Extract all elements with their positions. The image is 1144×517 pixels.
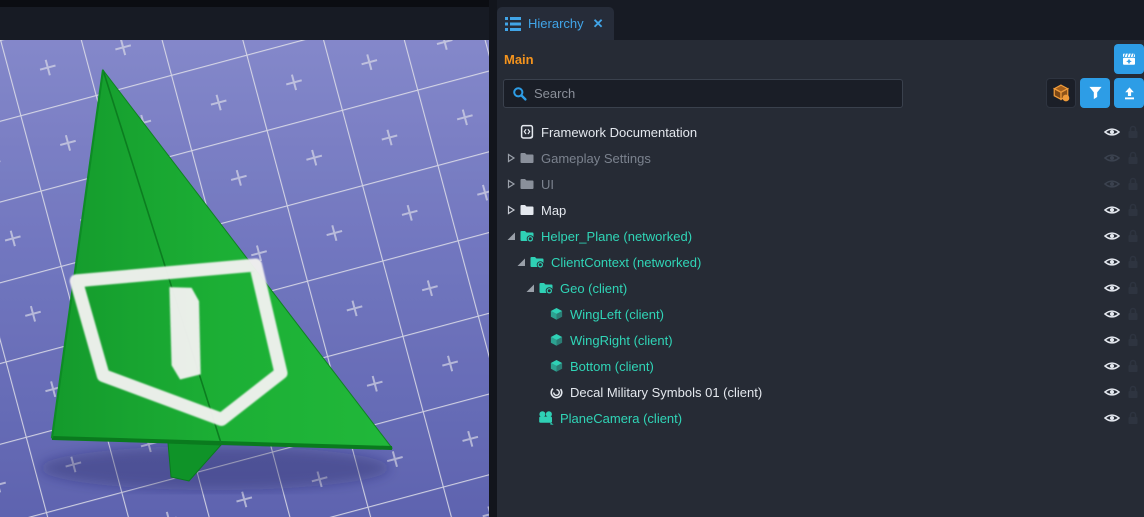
tree-item-label: WingLeft (client) (570, 307, 664, 322)
tree-row-client-context[interactable]: ClientContext (networked) (497, 249, 1144, 275)
visibility-eye-icon[interactable] (1104, 126, 1120, 138)
camera-icon (538, 410, 554, 426)
tree-item-label: Bottom (client) (570, 359, 654, 374)
tab-close-icon[interactable]: ✕ (593, 16, 604, 32)
visibility-eye-icon[interactable] (1104, 334, 1120, 346)
import-button[interactable] (1114, 78, 1144, 108)
tree-row-geo[interactable]: Geo (client) (497, 275, 1144, 301)
expander-collapsed-icon[interactable] (504, 153, 518, 163)
lock-icon[interactable] (1127, 411, 1139, 425)
search-icon (512, 86, 528, 102)
cube-icon (548, 358, 564, 374)
visibility-eye-icon[interactable] (1104, 308, 1120, 320)
lock-icon[interactable] (1127, 125, 1139, 139)
visibility-eye-icon[interactable] (1104, 256, 1120, 268)
tree-item-label: Gameplay Settings (541, 151, 651, 166)
tree-item-label: Decal Military Symbols 01 (client) (570, 385, 762, 400)
tree-row-gameplay-settings[interactable]: Gameplay Settings (497, 145, 1144, 171)
lock-icon[interactable] (1127, 359, 1139, 373)
lock-icon[interactable] (1127, 333, 1139, 347)
import-upload-icon (1122, 86, 1137, 101)
expander-slot (533, 335, 547, 345)
expander-slot (523, 413, 537, 423)
lock-icon[interactable] (1127, 177, 1139, 191)
context-label: Main (504, 52, 534, 67)
tree-item-label: ClientContext (networked) (551, 255, 701, 270)
editor-window: Hierarchy ✕ (0, 0, 1144, 517)
folder-icon (519, 202, 535, 218)
tab-strip: Hierarchy ✕ (0, 0, 1144, 40)
tree-row-ui[interactable]: UI (497, 171, 1144, 197)
folder-icon (519, 176, 535, 192)
tree-row-wingleft[interactable]: WingLeft (client) (497, 301, 1144, 327)
lock-icon[interactable] (1127, 281, 1139, 295)
tree-row-planecamera[interactable]: PlaneCamera (client) (497, 405, 1144, 431)
lock-icon[interactable] (1127, 229, 1139, 243)
tree-row-map[interactable]: Map (497, 197, 1144, 223)
networked-folder-icon (519, 228, 535, 244)
tree-item-label: UI (541, 177, 554, 192)
3d-viewport[interactable] (0, 40, 490, 517)
decal-icon (548, 384, 564, 400)
folder-icon (519, 150, 535, 166)
tree-item-label: Helper_Plane (networked) (541, 229, 692, 244)
tree-row-wingright[interactable]: WingRight (client) (497, 327, 1144, 353)
expander-expanded-icon[interactable] (504, 231, 518, 241)
expander-slot (533, 361, 547, 371)
lock-icon[interactable] (1127, 307, 1139, 321)
hierarchy-list-icon (505, 17, 521, 31)
visibility-eye-icon[interactable] (1104, 230, 1120, 242)
tree-item-label: WingRight (client) (570, 333, 673, 348)
tree-row-decal-military-symbols[interactable]: Decal Military Symbols 01 (client) (497, 379, 1144, 405)
clapperboard-icon (1121, 51, 1137, 67)
static-mesh-button[interactable] (1046, 78, 1076, 108)
hierarchy-tree: Framework Documentation Gameplay Setting… (497, 119, 1144, 431)
search-input[interactable] (534, 86, 894, 101)
search-box[interactable] (503, 79, 903, 108)
lock-icon[interactable] (1127, 151, 1139, 165)
expander-collapsed-icon[interactable] (504, 205, 518, 215)
visibility-eye-icon[interactable] (1104, 178, 1120, 190)
panel-divider[interactable] (489, 0, 497, 517)
filter-funnel-icon (1088, 86, 1103, 100)
viewport-top-shade (0, 0, 489, 7)
lock-icon[interactable] (1127, 385, 1139, 399)
visibility-eye-icon[interactable] (1104, 412, 1120, 424)
expander-slot (533, 309, 547, 319)
visibility-eye-icon[interactable] (1104, 152, 1120, 164)
viewport-render (0, 40, 490, 517)
hierarchy-panel: Main (497, 40, 1144, 517)
tree-item-label: Framework Documentation (541, 125, 697, 140)
tab-label: Hierarchy (528, 16, 584, 31)
tree-item-label: PlaneCamera (client) (560, 411, 682, 426)
tree-item-label: Map (541, 203, 566, 218)
tree-item-label: Geo (client) (560, 281, 627, 296)
cinematic-button[interactable] (1114, 44, 1144, 74)
expander-collapsed-icon[interactable] (504, 179, 518, 189)
lock-icon[interactable] (1127, 203, 1139, 217)
visibility-eye-icon[interactable] (1104, 204, 1120, 216)
visibility-eye-icon[interactable] (1104, 386, 1120, 398)
cube-icon (548, 332, 564, 348)
expander-expanded-icon[interactable] (523, 283, 537, 293)
expander-slot (533, 387, 547, 397)
networked-folder-icon (529, 254, 545, 270)
expander-slot (504, 127, 518, 137)
cube-icon (548, 306, 564, 322)
networked-folder-icon (538, 280, 554, 296)
tab-hierarchy[interactable]: Hierarchy ✕ (497, 7, 614, 40)
visibility-eye-icon[interactable] (1104, 282, 1120, 294)
expander-expanded-icon[interactable] (514, 257, 528, 267)
tree-row-helper-plane[interactable]: Helper_Plane (networked) (497, 223, 1144, 249)
filter-button[interactable] (1080, 78, 1110, 108)
tree-row-framework-documentation[interactable]: Framework Documentation (497, 119, 1144, 145)
static-mesh-cube-icon (1052, 84, 1070, 102)
documentation-icon (519, 124, 535, 140)
visibility-eye-icon[interactable] (1104, 360, 1120, 372)
lock-icon[interactable] (1127, 255, 1139, 269)
tree-row-bottom[interactable]: Bottom (client) (497, 353, 1144, 379)
